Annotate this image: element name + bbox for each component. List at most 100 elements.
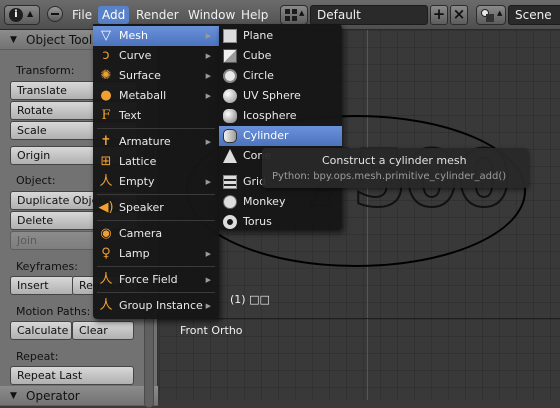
mesh-item-uv-sphere[interactable]: UV Sphere (219, 86, 342, 106)
add-menu-item-camera[interactable]: ◉ Camera (93, 224, 219, 244)
submenu-arrow-icon: ▶ (205, 178, 211, 186)
monkey-icon (223, 195, 237, 209)
add-menu-item-mesh[interactable]: ▽ Mesh ▶ (93, 26, 219, 46)
submenu-arrow-icon: ▶ (205, 138, 211, 146)
x-axis-line (159, 318, 560, 319)
submenu-arrow-icon: ▶ (205, 250, 211, 258)
add-menu-item-speaker[interactable]: ◀) Speaker (93, 198, 219, 218)
mesh-item-icosphere[interactable]: Icosphere (219, 106, 342, 126)
add-menu-item-group-instance[interactable]: 人 Group Instance ▶ (93, 296, 219, 316)
cone-icon (223, 149, 237, 163)
lamp-icon: ♀ (101, 246, 111, 261)
editor-type-button[interactable]: i ▲ (4, 5, 40, 25)
speaker-icon: ◀) (98, 200, 114, 215)
operator-panel-header[interactable]: ▼ Operator (0, 386, 158, 406)
plane-icon (223, 29, 237, 43)
menu-help[interactable]: Help (237, 6, 272, 24)
add-menu-item-text[interactable]: F Text (93, 106, 219, 126)
scene-name-field[interactable]: Scene (508, 5, 560, 25)
armature-icon: ✝ (100, 134, 112, 149)
mesh-item-torus[interactable]: Torus (219, 212, 342, 232)
add-menu-item-metaball[interactable]: ● Metaball ▶ (93, 86, 219, 106)
insert-keyframe-button[interactable]: Insert (10, 276, 74, 295)
mesh-item-circle[interactable]: Circle (219, 66, 342, 86)
calculate-paths-button[interactable]: Calculate (10, 321, 72, 340)
mesh-item-cube[interactable]: Cube (219, 46, 342, 66)
group-instance-icon: 人 (99, 298, 113, 313)
menu-add[interactable]: Add (98, 6, 130, 24)
panel-title: Object Tools (26, 33, 99, 47)
camera-icon: ◉ (100, 226, 112, 241)
menu-separator (97, 194, 215, 195)
add-menu-item-armature[interactable]: ✝ Armature ▶ (93, 132, 219, 152)
cylinder-icon (223, 129, 237, 143)
uv-sphere-icon (223, 89, 237, 103)
add-menu-item-force-field[interactable]: 人 Force Field ▶ (93, 270, 219, 290)
submenu-arrow-icon: ▶ (205, 72, 211, 80)
add-menu-item-surface[interactable]: ✺ Surface ▶ (93, 66, 219, 86)
menu-separator (97, 266, 215, 267)
menu-separator (97, 128, 215, 129)
submenu-arrow-icon: ▶ (205, 92, 211, 100)
panel-expand-icon: ▼ (10, 35, 17, 45)
lattice-icon: ⊞ (100, 154, 112, 169)
repeat-last-button[interactable]: Repeat Last (10, 366, 134, 385)
chevron-icon: ▲ (299, 9, 305, 17)
surface-icon: ✺ (100, 68, 112, 83)
chevron-down-icon: ▲ (27, 9, 34, 18)
layout-grid-icon (285, 9, 297, 21)
add-menu-item-curve[interactable]: ↄ Curve ▶ (93, 46, 219, 66)
mesh-item-plane[interactable]: Plane (219, 26, 342, 46)
text-icon: F (101, 108, 111, 123)
close-icon: × (452, 5, 466, 23)
view-label: Front Ortho (180, 324, 243, 337)
submenu-arrow-icon: ▶ (205, 52, 211, 60)
menu-file[interactable]: File (68, 6, 96, 24)
submenu-arrow-icon: ▶ (205, 32, 211, 40)
empty-icon: 人 (99, 174, 113, 189)
layout-name-field[interactable]: Default (310, 5, 428, 25)
add-menu-item-empty[interactable]: 人 Empty ▶ (93, 172, 219, 192)
collapse-menus-button[interactable] (47, 6, 63, 22)
add-menu-item-lamp[interactable]: ♀ Lamp ▶ (93, 244, 219, 264)
mesh-item-monkey[interactable]: Monkey (219, 192, 342, 212)
chevron-icon: ▲ (497, 9, 503, 17)
metaball-icon: ● (100, 88, 112, 103)
panel-title: Operator (26, 389, 80, 403)
mesh-icon: ▽ (101, 28, 111, 43)
scene-selector-button[interactable]: ▲ (476, 5, 506, 25)
icosphere-icon (223, 109, 237, 123)
motion-paths-label: Motion Paths: (16, 305, 91, 318)
tooltip-python: Python: bpy.ops.mesh.primitive_cylinder_… (272, 171, 507, 182)
layout-selector-button[interactable]: ▲ (280, 5, 308, 25)
force-field-icon: 人 (99, 272, 113, 287)
keyframes-label: Keyframes: (16, 260, 78, 273)
info-icon: i (9, 8, 23, 22)
mesh-submenu: Plane Cube Circle UV Sphere Icosphere Cy… (219, 24, 342, 230)
tooltip: Construct a cylinder mesh Python: bpy.op… (262, 148, 528, 188)
tooltip-description: Construct a cylinder mesh (322, 154, 467, 167)
active-object-label: (1) □□ (230, 293, 270, 306)
torus-icon (223, 215, 237, 229)
grid-icon (223, 175, 237, 189)
clear-paths-button[interactable]: Clear (72, 321, 134, 340)
plus-icon: + (432, 5, 446, 23)
object-label: Object: (16, 174, 56, 187)
submenu-arrow-icon: ▶ (205, 276, 211, 284)
repeat-label: Repeat: (16, 350, 59, 363)
curve-icon: ↄ (102, 48, 110, 63)
menu-window[interactable]: Window (184, 6, 239, 24)
panel-expand-icon: ▼ (10, 391, 17, 401)
add-layout-button[interactable]: + (430, 5, 448, 25)
mesh-item-cylinder[interactable]: Cylinder (219, 126, 342, 146)
circle-icon (223, 69, 237, 83)
scene-cube-icon (486, 14, 494, 22)
add-menu-item-lattice[interactable]: ⊞ Lattice (93, 152, 219, 172)
transform-label: Transform: (16, 64, 75, 77)
delete-layout-button[interactable]: × (450, 5, 468, 25)
menu-separator (97, 292, 215, 293)
cube-icon (223, 49, 237, 63)
submenu-arrow-icon: ▶ (205, 302, 211, 310)
menu-render[interactable]: Render (132, 6, 183, 24)
menu-separator (97, 220, 215, 221)
